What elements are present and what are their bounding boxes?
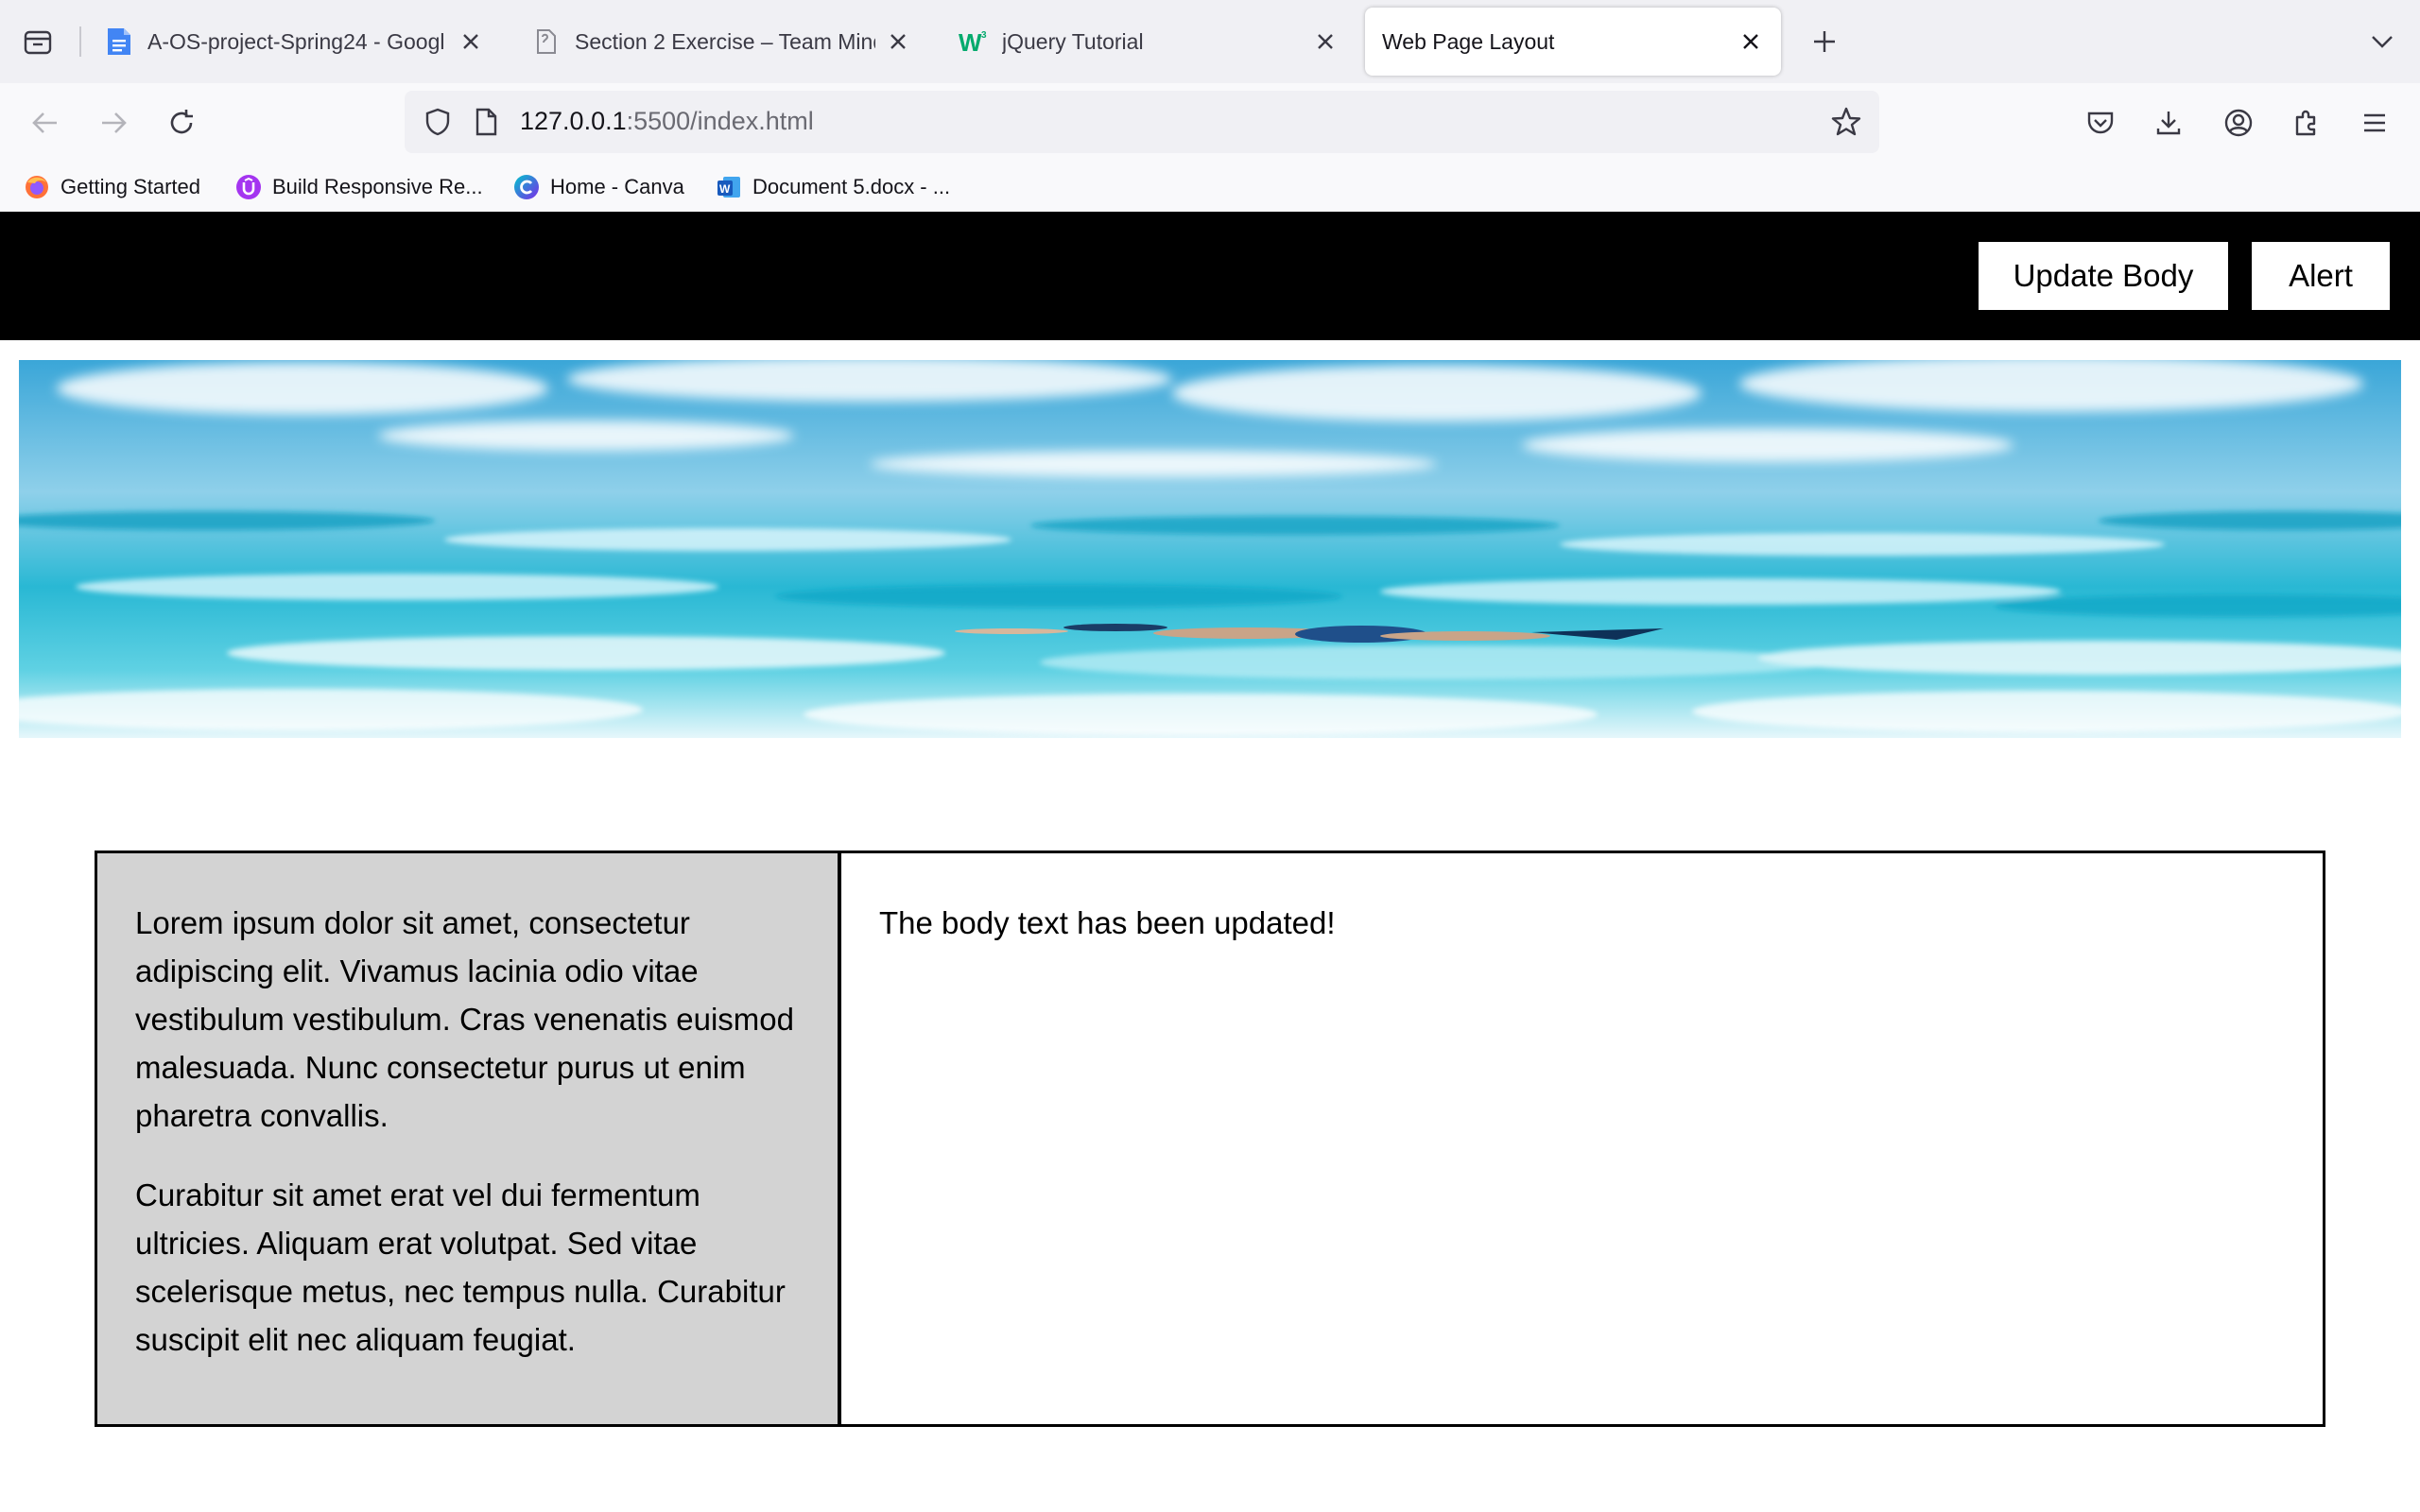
bookmark-build-responsive[interactable]: Build Responsive Re... bbox=[234, 170, 483, 204]
svg-text:W: W bbox=[719, 182, 731, 196]
bookmarks-toolbar: Getting Started Build Responsive Re... H… bbox=[0, 163, 2420, 212]
tab-title: A-OS-project-Spring24 - Googl bbox=[147, 28, 445, 54]
tab-section-2-exercise[interactable]: Section 2 Exercise – Team MindS bbox=[516, 8, 928, 76]
reload-icon[interactable] bbox=[161, 102, 202, 144]
main-body: The body text has been updated! bbox=[841, 853, 2323, 1424]
url-host: 127.0.0.1 bbox=[520, 107, 627, 135]
url-path: :5500/index.html bbox=[626, 107, 814, 135]
tab-bar: A-OS-project-Spring24 - Googl Section 2 … bbox=[0, 0, 2420, 83]
firefox-icon bbox=[23, 173, 51, 201]
bookmark-canva[interactable]: Home - Canva bbox=[512, 170, 684, 204]
body-text: The body text has been updated! bbox=[879, 905, 1336, 940]
update-body-button[interactable]: Update Body bbox=[1979, 242, 2228, 310]
page-header: Update Body Alert bbox=[0, 212, 2420, 340]
bookmark-label: Getting Started bbox=[60, 175, 200, 198]
sidebar-paragraph: Lorem ipsum dolor sit amet, consectetur … bbox=[135, 905, 794, 1133]
forward-arrow-icon[interactable] bbox=[93, 102, 134, 144]
tab-web-page-layout[interactable]: Web Page Layout bbox=[1365, 8, 1781, 76]
firefox-view-icon[interactable] bbox=[19, 23, 57, 60]
ocean-swimmer-banner-image bbox=[19, 360, 2401, 738]
word-icon: W bbox=[715, 173, 743, 201]
navigation-toolbar: 127.0.0.1:5500/index.html bbox=[0, 83, 2420, 163]
bookmark-label: Build Responsive Re... bbox=[272, 175, 483, 198]
bookmark-star-icon[interactable] bbox=[1826, 102, 1866, 142]
canva-icon bbox=[512, 173, 541, 201]
tab-title: Web Page Layout bbox=[1382, 28, 1555, 54]
w3schools-icon: W3 bbox=[959, 26, 989, 57]
page-info-icon[interactable] bbox=[469, 104, 503, 140]
sidebar-paragraph: Curabitur sit amet erat vel dui fermentu… bbox=[135, 1177, 786, 1357]
url-text[interactable]: 127.0.0.1:5500/index.html bbox=[520, 107, 814, 136]
tab-separator bbox=[79, 26, 81, 57]
shield-icon[interactable] bbox=[418, 102, 458, 142]
close-icon[interactable] bbox=[1736, 26, 1766, 57]
bookmark-getting-started[interactable]: Getting Started bbox=[23, 170, 200, 204]
tab-title: Section 2 Exercise – Team MindS bbox=[575, 28, 875, 54]
back-arrow-icon[interactable] bbox=[25, 102, 66, 144]
close-icon[interactable] bbox=[1310, 26, 1340, 57]
pocket-icon[interactable] bbox=[2080, 102, 2121, 144]
close-icon[interactable] bbox=[883, 26, 913, 57]
svg-text:W: W bbox=[959, 28, 982, 55]
svg-text:3: 3 bbox=[981, 30, 987, 41]
new-tab-icon[interactable] bbox=[1806, 23, 1843, 60]
account-icon[interactable] bbox=[2218, 102, 2259, 144]
tab-jquery-tutorial[interactable]: W3 jQuery Tutorial bbox=[943, 8, 1356, 76]
tab-google-docs[interactable]: A-OS-project-Spring24 - Googl bbox=[89, 8, 501, 76]
download-icon[interactable] bbox=[2148, 102, 2189, 144]
bookmark-label: Home - Canva bbox=[550, 175, 684, 198]
extensions-icon[interactable] bbox=[2286, 102, 2327, 144]
udemy-icon bbox=[234, 173, 263, 201]
bookmark-document[interactable]: W Document 5.docx - ... bbox=[715, 170, 950, 204]
close-icon[interactable] bbox=[456, 26, 486, 57]
alert-button[interactable]: Alert bbox=[2252, 242, 2390, 310]
page-icon bbox=[531, 26, 562, 57]
bookmark-label: Document 5.docx - ... bbox=[752, 175, 951, 198]
google-docs-icon bbox=[104, 26, 134, 57]
tab-title: jQuery Tutorial bbox=[1002, 28, 1144, 54]
content-container: Lorem ipsum dolor sit amet, consectetur … bbox=[95, 850, 2325, 1427]
chevron-down-icon[interactable] bbox=[2363, 23, 2401, 60]
menu-icon[interactable] bbox=[2354, 102, 2395, 144]
sidebar: Lorem ipsum dolor sit amet, consectetur … bbox=[97, 853, 841, 1424]
address-bar[interactable]: 127.0.0.1:5500/index.html bbox=[405, 91, 1879, 153]
